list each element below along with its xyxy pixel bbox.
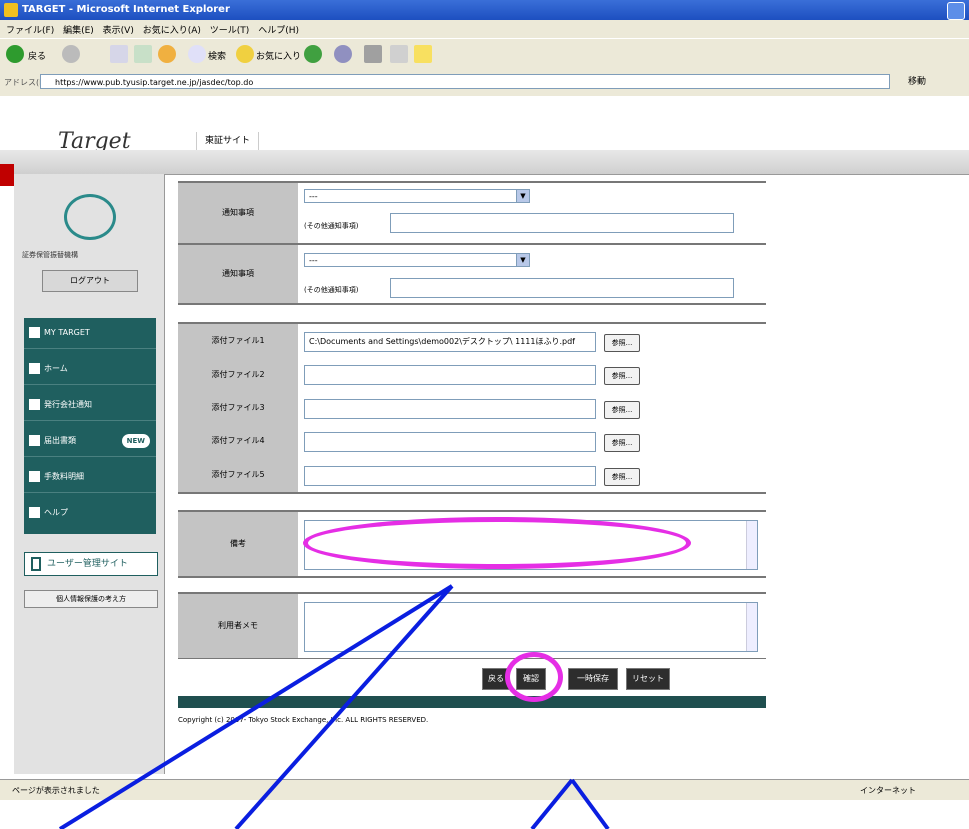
annotation-arrow-line bbox=[570, 778, 610, 829]
annotation-arrow-line bbox=[234, 584, 454, 829]
annotation-arrow-line bbox=[530, 778, 574, 829]
annotation-arrow-line bbox=[58, 584, 454, 829]
annotation-arrows bbox=[58, 584, 610, 829]
